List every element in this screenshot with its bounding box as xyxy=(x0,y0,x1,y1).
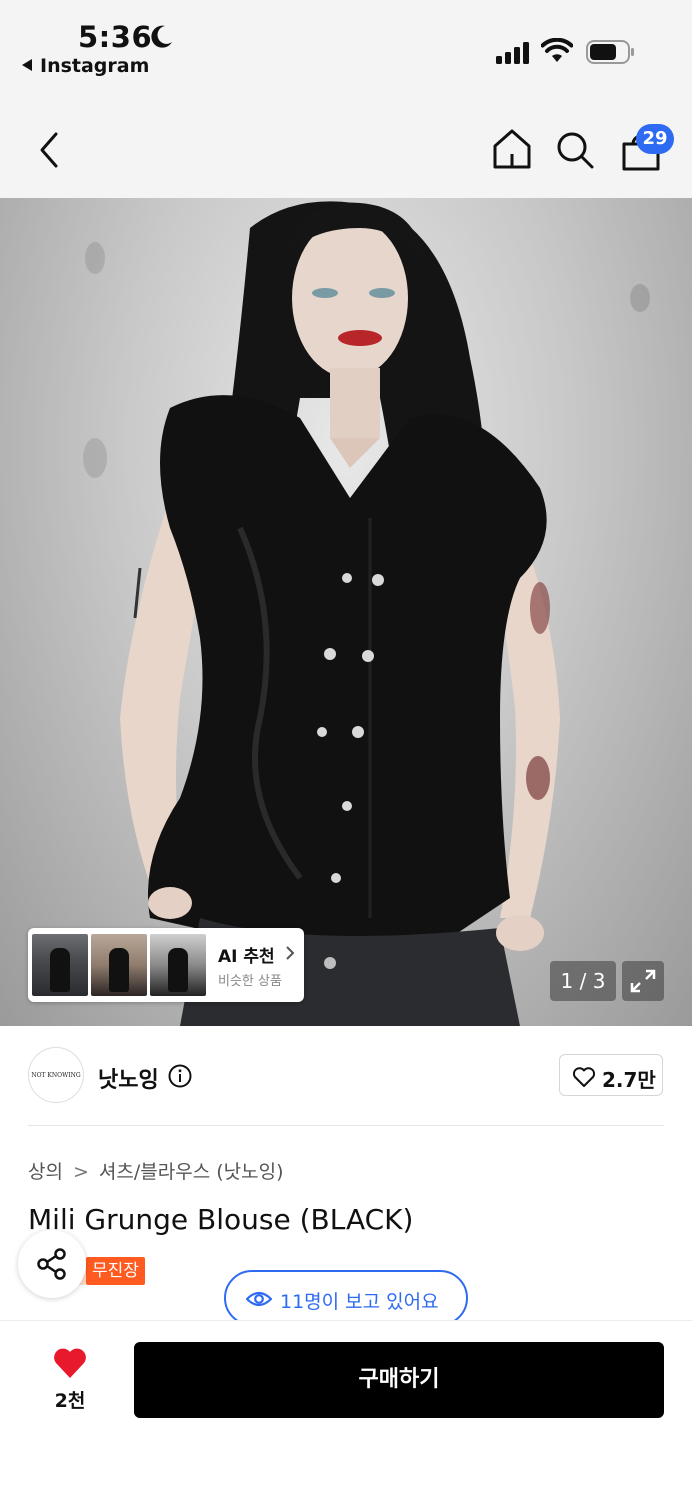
cellular-signal-icon xyxy=(496,42,529,64)
share-icon xyxy=(37,1248,66,1280)
brand-logo[interactable]: NOT KNOWING xyxy=(28,1047,84,1103)
section-divider xyxy=(28,1125,664,1126)
wifi-icon xyxy=(541,38,573,62)
expand-image-button[interactable] xyxy=(622,961,664,1001)
status-time: 5:36 xyxy=(78,20,153,54)
image-counter: 1 / 3 xyxy=(550,961,616,1001)
product-title: Mili Grunge Blouse (BLACK) xyxy=(28,1203,414,1236)
favorite-count: 2천 xyxy=(54,1390,86,1412)
status-bar: 5:36 Instagram xyxy=(0,0,692,100)
heart-filled-icon[interactable] xyxy=(52,1346,88,1380)
recommend-thumbnail[interactable] xyxy=(150,934,206,996)
share-button[interactable] xyxy=(18,1230,86,1298)
buy-button[interactable]: 구매하기 xyxy=(134,1342,664,1418)
eye-icon xyxy=(246,1291,272,1307)
back-icon[interactable] xyxy=(32,128,68,172)
breadcrumb-item[interactable]: 상의 xyxy=(28,1161,63,1183)
heart-outline-icon xyxy=(572,1067,596,1087)
chevron-right-icon xyxy=(286,946,295,960)
brand-like-button[interactable]: 2.7만 xyxy=(559,1054,663,1096)
back-triangle-icon xyxy=(22,59,32,71)
back-to-app-link[interactable]: Instagram xyxy=(22,55,149,77)
recommend-thumbnail[interactable] xyxy=(91,934,147,996)
expand-icon xyxy=(630,969,656,993)
ai-recommend-card[interactable]: AI 추천 비슷한 상품 xyxy=(28,928,304,1002)
breadcrumb: 상의 > 셔츠/블라우스 (낫노잉) xyxy=(28,1157,283,1184)
brand-name[interactable]: 낫노잉 xyxy=(98,1062,159,1094)
product-image-carousel[interactable] xyxy=(0,198,692,1026)
event-tag-badge: 무진장 xyxy=(86,1257,145,1285)
back-app-label: Instagram xyxy=(40,55,150,77)
cart-count-badge: 29 xyxy=(636,124,674,154)
live-viewers-text: 11명이 보고 있어요 xyxy=(280,1291,439,1313)
brand-like-count: 2.7만 xyxy=(602,1068,656,1092)
top-navigation xyxy=(0,100,692,198)
ai-recommend-subtitle: 비슷한 상품 xyxy=(218,974,282,989)
info-icon[interactable] xyxy=(168,1064,192,1088)
moon-icon xyxy=(151,25,172,48)
live-viewers-pill: 11명이 보고 있어요 xyxy=(224,1270,468,1326)
home-icon[interactable] xyxy=(492,128,532,170)
recommend-thumbnail[interactable] xyxy=(32,934,88,996)
ai-recommend-title: AI 추천 xyxy=(218,947,275,967)
battery-icon xyxy=(586,40,634,64)
product-photo xyxy=(83,201,650,1026)
breadcrumb-item[interactable]: 셔츠/블라우스 (낫노잉) xyxy=(99,1161,284,1183)
search-icon[interactable] xyxy=(555,130,595,170)
breadcrumb-separator: > xyxy=(72,1161,89,1183)
